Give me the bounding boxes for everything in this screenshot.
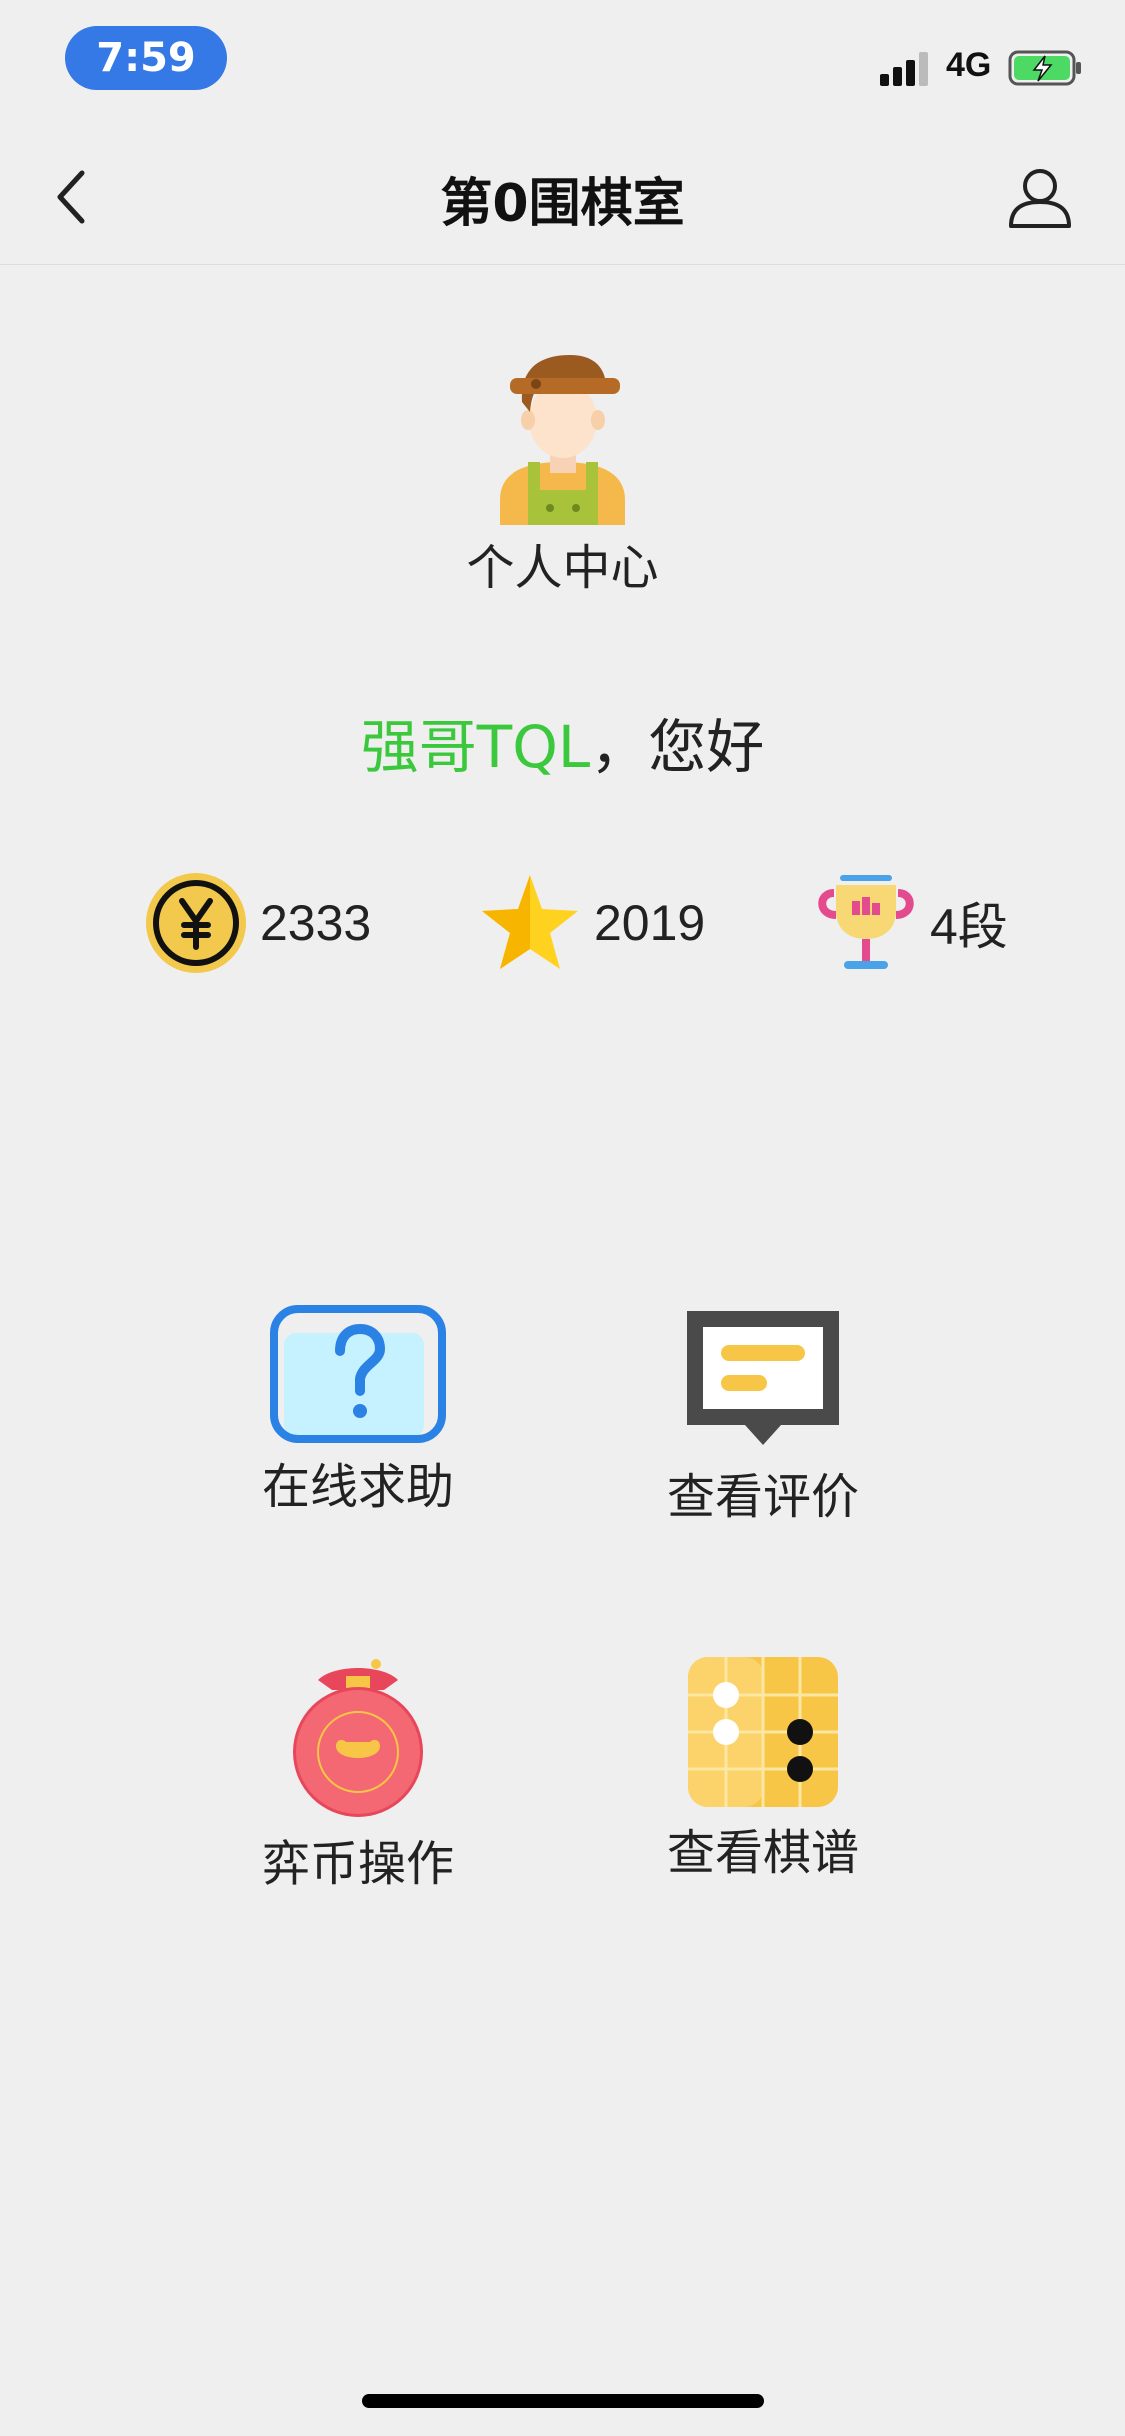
back-button[interactable]: [40, 162, 100, 232]
status-time: 7:59: [65, 26, 227, 90]
go-board-icon: [688, 1657, 838, 1807]
view-reviews-button[interactable]: 查看评价: [633, 1305, 893, 1527]
home-indicator[interactable]: [362, 2394, 764, 2408]
yuan-coin-icon: [146, 873, 246, 973]
personal-center-label[interactable]: 个人中心: [0, 528, 1125, 598]
coin-operation-button[interactable]: 弈币操作: [228, 1650, 488, 1894]
person-avatar-icon: [500, 355, 625, 525]
online-help-button[interactable]: 在线求助: [228, 1305, 488, 1517]
question-icon: [270, 1305, 446, 1443]
greeting: 强哥TQL，您好: [0, 700, 1125, 784]
page-title: 第0围棋室: [440, 173, 685, 234]
money-bag-icon: [293, 1659, 423, 1817]
chevron-left-icon: [57, 170, 85, 224]
battery-icon: [1008, 50, 1081, 86]
avatar[interactable]: [490, 350, 635, 525]
profile-button[interactable]: [1005, 162, 1075, 232]
network-type: 4G: [946, 46, 992, 84]
coins-value: 2333: [260, 895, 372, 951]
trophy-icon: [818, 875, 914, 969]
status-bar: 7:59 4G: [0, 0, 1125, 132]
rank-stat: 4段: [814, 868, 1008, 978]
view-game-records-button[interactable]: 查看棋谱: [633, 1655, 893, 1883]
view-game-records-label: 查看棋谱: [666, 1825, 859, 1881]
rank-value: 4段: [930, 899, 1008, 955]
view-reviews-label: 查看评价: [666, 1469, 859, 1525]
username: 强哥TQL: [360, 713, 591, 781]
comment-icon: [687, 1311, 839, 1445]
greeting-suffix: ，您好: [590, 713, 765, 781]
star-icon: [482, 875, 578, 969]
coins-stat: 2333: [144, 868, 371, 978]
stars-stat: 2019: [478, 868, 705, 978]
coin-operation-label: 弈币操作: [261, 1836, 454, 1892]
user-icon: [1009, 169, 1071, 228]
online-help-label: 在线求助: [261, 1459, 454, 1515]
signal-icon: [880, 52, 928, 86]
stars-value: 2019: [594, 895, 706, 951]
nav-bar: 第0围棋室: [0, 132, 1125, 265]
